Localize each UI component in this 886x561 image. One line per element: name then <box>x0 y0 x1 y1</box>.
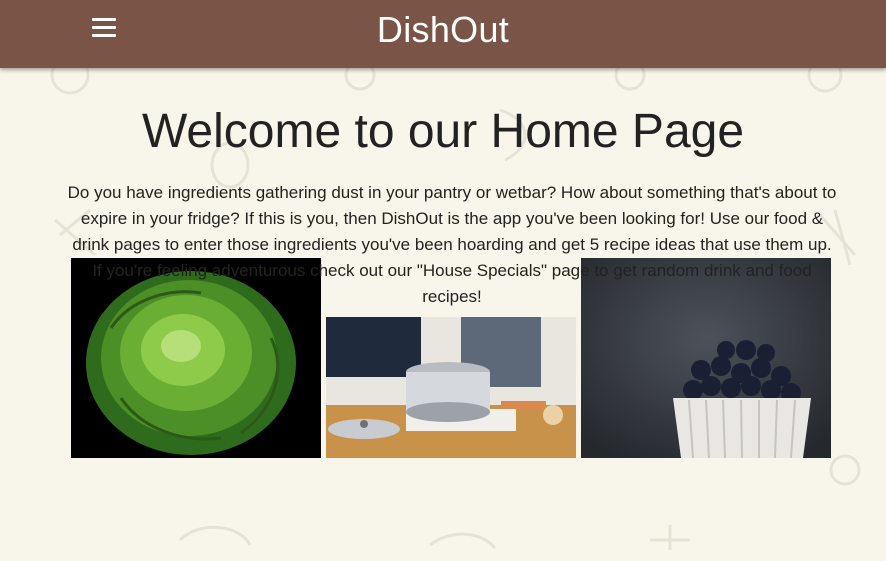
cooking-pot-image <box>326 317 576 458</box>
page-title: Welcome to our Home Page <box>141 105 745 158</box>
top-navbar: DishOut <box>0 0 886 68</box>
intro-paragraph: Do you have ingredients gathering dust i… <box>67 183 837 306</box>
brand-title[interactable]: DishOut <box>0 8 886 52</box>
